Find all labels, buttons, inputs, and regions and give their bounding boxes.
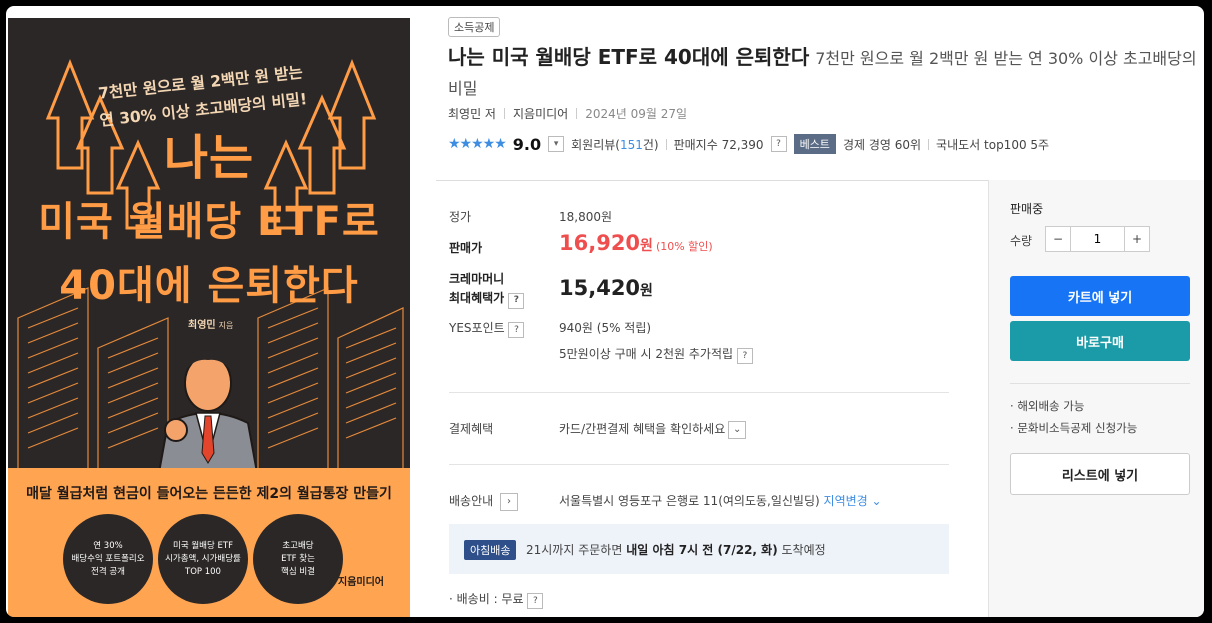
rating-score: 9.0 — [512, 134, 542, 154]
help-icon[interactable]: ? — [770, 136, 787, 152]
chevron-right-icon[interactable]: › — [500, 492, 518, 511]
product-meta: 최영민 저 지음미디어 2024년 09월 27일 — [448, 105, 687, 122]
payment-label: 결제혜택 — [449, 422, 494, 436]
book-cover-image[interactable]: 7천만 원으로 월 2백만 원 받는 연 30% 이상 초고배당의 비밀! 나는… — [8, 18, 410, 617]
cover-publisher: 지음미디어 — [338, 577, 384, 588]
divider — [503, 108, 505, 119]
divider — [1010, 383, 1190, 384]
yes-point-extra: 5만원이상 구매 시 2천원 추가적립 ? — [559, 345, 753, 364]
bestseller-tag: 베스트 — [793, 134, 836, 154]
list-price-label: 정가 — [449, 210, 472, 224]
section-divider — [449, 392, 949, 393]
change-region-link[interactable]: 지역변경 ⌄ — [824, 494, 882, 508]
rank-top100[interactable]: 국내도서 top100 5주 — [936, 136, 1049, 153]
page-frame: 7천만 원으로 월 2백만 원 받는 연 30% 이상 초고배당의 비밀! 나는… — [6, 6, 1204, 617]
sale-status: 판매중 — [1010, 202, 1044, 216]
yes-point-label: YES포인트 ? — [449, 319, 525, 338]
help-icon[interactable]: ? — [508, 322, 525, 338]
cover-man-illustration — [156, 350, 260, 478]
section-divider — [436, 180, 990, 181]
crema-price: 15,420원 — [559, 276, 653, 300]
review-link[interactable]: 회원리뷰(151건) — [571, 136, 658, 153]
rank-category[interactable]: 경제 경영 60위 — [843, 136, 921, 153]
crema-label: 크레마머니 최대혜택가 ? — [449, 270, 525, 309]
chevron-down-icon[interactable]: ⌄ — [728, 420, 747, 439]
sale-price: 16,920원 (10% 할인) — [559, 231, 713, 255]
delivery-message: 21시까지 주문하면 내일 아침 7시 전 (7/22, 화) 도착예정 — [526, 543, 826, 557]
cover-circle-3: 초고배당 ETF 찾는 핵심 비결 — [253, 514, 343, 604]
cover-circle-2: 미국 월배당 ETF 시가총액, 시가배당률 TOP 100 — [158, 514, 248, 604]
help-icon[interactable]: ? — [527, 593, 544, 609]
purchase-panel: 판매중 수량 − + 카트에 넣기 바로구매 · 해외배송 가능 · 문화비소득… — [988, 180, 1204, 617]
sales-index: 판매지수 72,390 — [673, 137, 764, 152]
divider — [928, 138, 930, 150]
income-deduction-badge: 소득공제 — [448, 17, 501, 37]
buy-now-button[interactable]: 바로구매 — [1010, 321, 1190, 361]
cover-circle-1: 연 30% 배당수익 포트폴리오 전격 공개 — [63, 514, 153, 604]
payment-benefits-dropdown[interactable]: 카드/간편결제 혜택을 확인하세요 ⌄ — [559, 420, 747, 439]
publisher-link[interactable]: 지음미디어 — [513, 105, 568, 122]
cover-title: 나는 미국 월배당 ETF로 40대에 은퇴한다 — [38, 130, 380, 309]
shipping-label: 배송안내 › — [449, 492, 518, 511]
yes-point-value: 940원 (5% 적립) — [559, 321, 652, 335]
divider — [665, 138, 667, 150]
quantity-input[interactable] — [1070, 227, 1125, 251]
publish-date: 2024년 09월 27일 — [585, 107, 688, 121]
list-price: 18,800원 — [559, 210, 613, 224]
star-rating-icon: ★★★★★ — [448, 136, 507, 152]
book-title: 나는 미국 월배당 ETF로 40대에 은퇴한다 — [448, 45, 810, 69]
quantity-label: 수량 — [1010, 234, 1033, 248]
add-to-cart-button[interactable]: 카트에 넣기 — [1010, 276, 1190, 316]
cover-band-text: 매달 월급처럼 현금이 들어오는 든든한 제2의 월급통장 만들기 — [26, 486, 392, 502]
shipping-address: 서울특별시 영등포구 은행로 11(여의도동,일신빌딩) 지역변경 ⌄ — [559, 494, 882, 508]
culture-deduction-info: · 문화비소득공제 신청가능 — [1010, 421, 1138, 435]
shipping-fee: · 배송비 : 무료 ? — [449, 590, 544, 609]
quantity-stepper: − + — [1045, 226, 1150, 252]
morning-delivery-tag: 아침배송 — [464, 540, 517, 560]
help-icon[interactable]: ? — [508, 292, 525, 309]
divider — [576, 108, 578, 119]
section-divider — [449, 464, 949, 465]
sale-price-label: 판매가 — [449, 241, 483, 255]
add-to-list-button[interactable]: 리스트에 넣기 — [1010, 453, 1190, 495]
overseas-shipping-info: · 해외배송 가능 — [1010, 399, 1085, 413]
product-title: 나는 미국 월배당 ETF로 40대에 은퇴한다 7천만 원으로 월 2백만 원 … — [448, 42, 1204, 104]
help-icon[interactable]: ? — [736, 348, 753, 364]
decrement-button[interactable]: − — [1046, 227, 1070, 251]
chevron-down-icon[interactable]: ▾ — [548, 136, 565, 152]
morning-delivery-box: 아침배송 21시까지 주문하면 내일 아침 7시 전 (7/22, 화) 도착예… — [449, 524, 949, 574]
author-link[interactable]: 최영민 저 — [448, 105, 496, 122]
rating-row: ★★★★★ 9.0 ▾ 회원리뷰(151건) 판매지수 72,390 ? 베스트… — [448, 134, 1049, 154]
cover-author: 최영민 지음 — [188, 320, 234, 331]
increment-button[interactable]: + — [1125, 227, 1149, 251]
